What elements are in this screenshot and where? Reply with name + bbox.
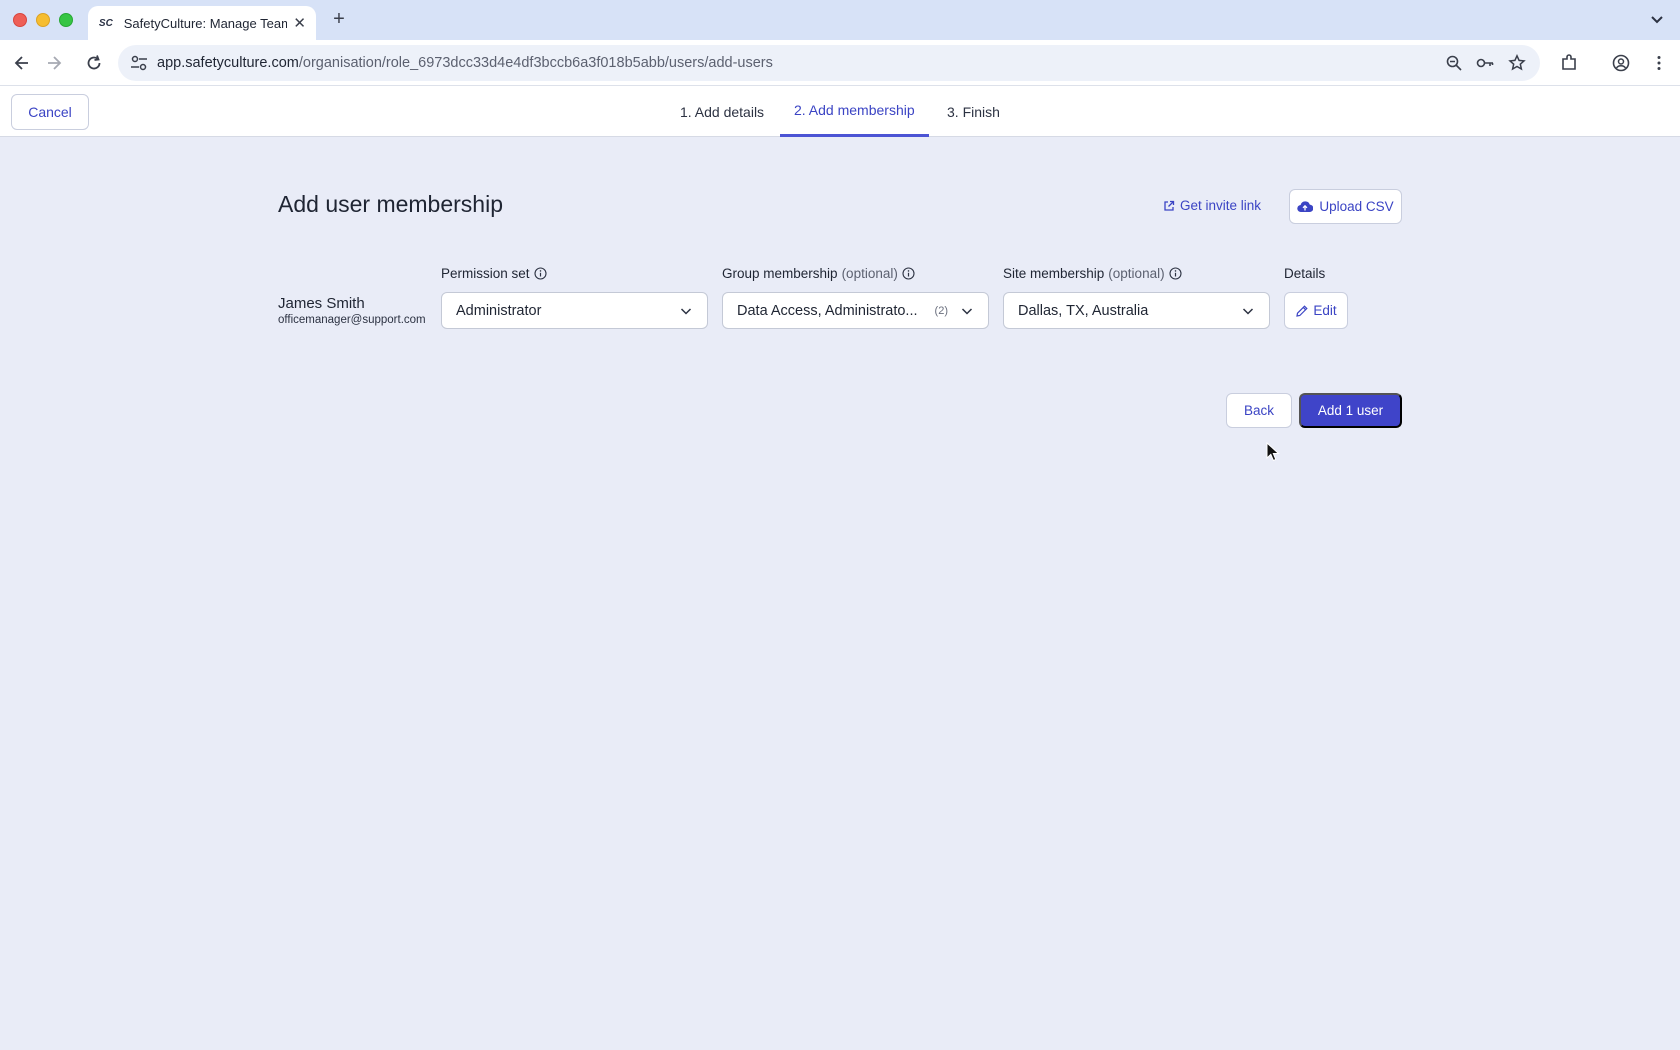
chevron-down-icon [961,307,973,315]
chevron-down-icon [1242,307,1254,315]
new-tab-icon[interactable]: + [328,8,350,31]
extensions-puzzle-icon[interactable] [1560,54,1578,72]
edit-details-button[interactable]: Edit [1284,292,1348,329]
window-close-button[interactable] [13,13,27,27]
browser-toolbar: app.safetyculture.com/organisation/role_… [0,40,1680,86]
browser-menu-kebab-icon[interactable] [1650,54,1668,72]
info-icon[interactable] [533,267,547,280]
info-icon[interactable] [1169,267,1182,280]
group-membership-label: Group membership (optional) [722,266,915,281]
profile-avatar-icon[interactable] [1612,54,1630,72]
add-user-button[interactable]: Add 1 user [1299,393,1402,428]
back-arrow-icon[interactable] [12,53,32,73]
step-finish[interactable]: 3. Finish [933,86,1014,137]
browser-tab-bar: SC SafetyCulture: Manage Teams ✕ + [0,0,1680,40]
get-invite-link-label: Get invite link [1180,198,1262,213]
pencil-icon [1296,304,1309,317]
permission-set-value: Administrator [456,302,542,319]
edit-label: Edit [1313,303,1337,318]
page-title: Add user membership [278,191,503,217]
chevron-down-icon [680,307,692,315]
password-key-icon[interactable] [1476,54,1494,72]
tab-search-chevron-icon[interactable] [1648,10,1666,28]
address-bar[interactable]: app.safetyculture.com/organisation/role_… [118,45,1540,81]
site-membership-value: Dallas, TX, Australia [1018,302,1149,319]
user-email: officemanager@support.com [278,314,426,326]
site-info-icon[interactable] [130,55,148,71]
cloud-upload-icon [1297,201,1314,213]
step-add-details[interactable]: 1. Add details [666,86,778,137]
forward-arrow-icon[interactable] [44,53,64,73]
window-minimize-button[interactable] [36,13,50,27]
browser-tab-active[interactable]: SC SafetyCulture: Manage Teams ✕ [88,6,316,40]
zoom-icon[interactable] [1445,54,1463,72]
tab-close-icon[interactable]: ✕ [293,14,306,32]
info-icon[interactable] [902,267,915,280]
external-link-icon [1164,200,1175,211]
window-zoom-button[interactable] [59,13,73,27]
back-button[interactable]: Back [1226,393,1292,428]
mouse-cursor-icon [1266,442,1280,462]
bookmark-star-icon[interactable] [1508,54,1526,72]
permission-set-label: Permission set [441,266,547,281]
site-membership-label: Site membership (optional) [1003,266,1182,281]
cancel-button[interactable]: Cancel [11,94,89,130]
group-membership-value: Data Access, Administrato... [737,302,918,319]
group-membership-select[interactable]: Data Access, Administrato... (2) [722,292,989,329]
get-invite-link[interactable]: Get invite link [1163,198,1261,213]
site-membership-select[interactable]: Dallas, TX, Australia [1003,292,1270,329]
wizard-header: Cancel 1. Add details 2. Add membership … [0,86,1680,137]
group-count-badge: (2) [934,304,948,317]
details-label: Details [1284,266,1326,281]
upload-csv-label: Upload CSV [1319,199,1394,214]
url-text: app.safetyculture.com/organisation/role_… [157,55,773,71]
step-add-membership[interactable]: 2. Add membership [780,86,929,137]
user-name: James Smith [278,295,365,312]
permission-set-select[interactable]: Administrator [441,292,708,329]
upload-csv-button[interactable]: Upload CSV [1289,189,1402,224]
reload-icon[interactable] [84,53,104,73]
safetyculture-favicon-icon: SC [98,17,113,29]
tab-title: SafetyCulture: Manage Teams [123,15,288,31]
